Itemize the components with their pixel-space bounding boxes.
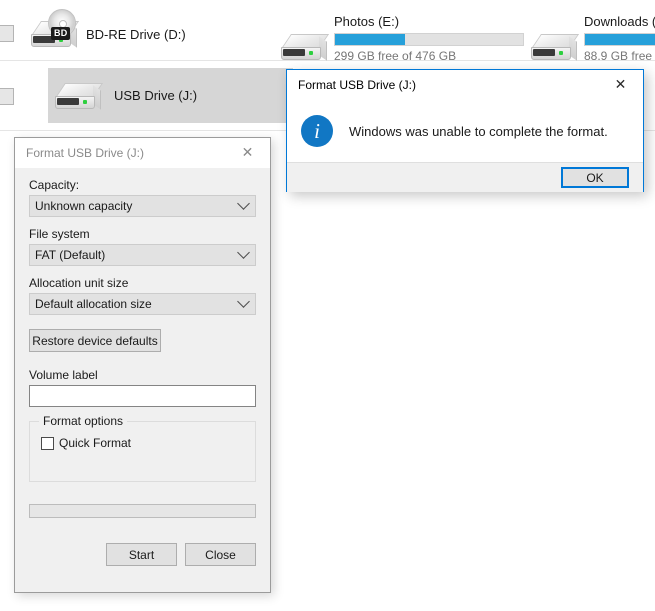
format-dialog-titlebar: Format USB Drive (J:) ✕ <box>15 138 270 168</box>
format-dialog-title: Format USB Drive (J:) <box>26 146 145 160</box>
usb-drive-icon <box>54 81 104 111</box>
format-error-dialog: Format USB Drive (J:) ✕ i Windows was un… <box>286 69 644 192</box>
chevron-down-icon <box>237 197 250 210</box>
hard-drive-icon <box>530 32 580 62</box>
file-system-value: FAT (Default) <box>35 248 106 262</box>
error-dialog-title: Format USB Drive (J:) <box>298 78 417 92</box>
error-dialog-footer: OK <box>287 162 643 192</box>
drive-checkbox-d[interactable] <box>0 25 14 42</box>
drive-free-space-photos-e: 299 GB free of 476 GB <box>334 49 457 63</box>
drive-usage-fill <box>335 34 405 45</box>
drive-item-usb-j[interactable]: USB Drive (J:) <box>48 68 293 123</box>
drive-item-photos-e[interactable]: Photos (E:) 299 GB free of 476 GB <box>280 14 524 63</box>
chevron-down-icon <box>237 246 250 259</box>
format-options-title: Format options <box>39 414 128 428</box>
format-usb-drive-dialog: Format USB Drive (J:) ✕ Capacity: Unknow… <box>14 137 271 593</box>
format-options-group: Format options Quick Format <box>29 414 256 482</box>
info-icon: i <box>301 115 333 147</box>
allocation-unit-size-value: Default allocation size <box>35 297 152 311</box>
drive-label-downloads-f: Downloads (F <box>584 14 655 29</box>
drive-item-downloads-f[interactable]: Downloads (F 88.9 GB free o <box>530 14 655 63</box>
close-icon[interactable]: ✕ <box>225 138 270 168</box>
capacity-dropdown[interactable]: Unknown capacity <box>29 195 256 217</box>
drive-label-photos-e: Photos (E:) <box>334 14 400 29</box>
close-icon[interactable]: ✕ <box>598 70 643 100</box>
close-button[interactable]: Close <box>185 543 256 566</box>
allocation-unit-size-dropdown[interactable]: Default allocation size <box>29 293 256 315</box>
quick-format-checkbox[interactable] <box>41 436 54 450</box>
drive-usage-bar-downloads-f <box>584 33 655 46</box>
chevron-down-icon <box>237 295 250 308</box>
volume-label-label: Volume label <box>29 368 98 382</box>
bd-badge-label: BD <box>51 27 71 40</box>
capacity-label: Capacity: <box>29 178 80 192</box>
file-system-label: File system <box>29 227 90 241</box>
error-message: Windows was unable to complete the forma… <box>349 123 608 139</box>
drive-checkbox-j[interactable] <box>0 88 14 105</box>
format-dialog-button-row: Start Close <box>29 543 256 566</box>
allocation-unit-size-label: Allocation unit size <box>29 276 129 290</box>
drive-label-usb-j: USB Drive (J:) <box>114 88 198 103</box>
drive-free-space-downloads-f: 88.9 GB free o <box>584 49 655 63</box>
format-dialog-body: Capacity: Unknown capacity File system F… <box>15 178 270 566</box>
drive-usage-bar-photos-e <box>334 33 524 46</box>
drive-usage-fill <box>585 34 655 45</box>
start-button[interactable]: Start <box>106 543 177 566</box>
bd-drive-icon: BD <box>30 9 80 49</box>
format-progress-bar <box>29 504 256 518</box>
quick-format-row[interactable]: Quick Format <box>41 436 255 450</box>
error-dialog-titlebar: Format USB Drive (J:) ✕ <box>287 70 643 100</box>
drive-label-bd-re: BD-RE Drive (D:) <box>86 26 186 42</box>
drive-item-bd-re[interactable]: BD BD-RE Drive (D:) <box>25 9 262 56</box>
hard-drive-icon <box>280 32 330 62</box>
capacity-value: Unknown capacity <box>35 199 133 213</box>
file-system-dropdown[interactable]: FAT (Default) <box>29 244 256 266</box>
error-dialog-body: i Windows was unable to complete the for… <box>287 100 643 162</box>
ok-button[interactable]: OK <box>561 167 629 188</box>
volume-label-input[interactable] <box>29 385 256 407</box>
quick-format-label: Quick Format <box>59 436 132 450</box>
restore-device-defaults-button[interactable]: Restore device defaults <box>29 329 161 352</box>
